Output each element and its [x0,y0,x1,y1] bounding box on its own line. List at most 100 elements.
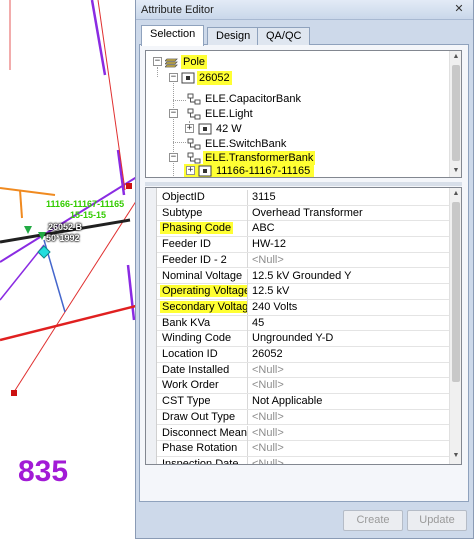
close-icon[interactable]: ✕ [451,2,467,17]
update-button[interactable]: Update [407,510,467,531]
property-value[interactable]: <Null> [252,378,284,393]
tree-node-relationship[interactable]: − ELE.Light [146,107,446,121]
property-value[interactable]: 45 [252,316,264,331]
property-value[interactable]: <Null> [252,410,284,425]
scroll-up-icon[interactable]: ▲ [450,188,461,200]
property-row[interactable]: Work Order <Null> [157,378,449,395]
tree-node-relationship[interactable]: − ELE.TransformerBank [146,151,446,165]
tab-qaqc[interactable]: QA/QC [257,27,311,45]
property-value[interactable]: 3115 [252,190,276,205]
property-name: Inspection Date [157,456,248,465]
property-value[interactable]: <Null> [252,253,284,268]
tree-node-relationship[interactable]: ELE.CapacitorBank [146,92,446,106]
property-row[interactable]: CST Type Not Applicable [157,394,449,410]
property-row[interactable]: Disconnect Means <Null> [157,425,449,442]
property-value[interactable]: <Null> [252,441,284,456]
property-value[interactable]: <Null> [252,457,284,464]
relationship-icon [187,152,201,164]
scroll-up-icon[interactable]: ▲ [450,51,461,63]
property-name: Bank KVa [157,315,248,331]
property-name-label: Secondary Voltage [160,300,247,313]
property-value[interactable]: 26052 [252,347,283,362]
property-row[interactable]: Feeder ID HW-12 [157,237,449,253]
selection-tree[interactable]: − Pole − 26052 ELE.CapacitorBank − ELE.L… [145,50,462,178]
feature-icon [181,72,195,84]
property-row[interactable]: ObjectID 3115 [157,190,449,206]
scroll-down-icon[interactable]: ▼ [450,450,461,462]
property-value[interactable]: <Null> [252,426,284,441]
property-name: Draw Out Type [157,409,248,425]
scroll-down-icon[interactable]: ▼ [450,165,461,177]
title-bar[interactable]: Attribute Editor ✕ [136,0,473,20]
tree-node-feature[interactable]: − 26052 [146,71,446,85]
property-name-label: Phase Rotation [162,442,238,455]
property-row[interactable]: Phasing Code ABC [157,221,449,238]
property-name-label: Inspection Date [162,457,239,465]
tree-node-feature-selected[interactable]: + 11166-11167-11165 [184,164,314,177]
collapse-icon[interactable]: − [169,153,178,162]
collapse-icon[interactable]: − [153,57,162,66]
grid-gutter [146,188,157,464]
panel-splitter[interactable] [145,182,462,186]
property-name-label: Date Installed [162,363,230,376]
property-value[interactable]: Ungrounded Y-D [252,331,333,346]
property-row[interactable]: Phase Rotation <Null> [157,441,449,457]
property-row[interactable]: Nominal Voltage 12.5 kV Grounded Y [157,268,449,285]
property-grid[interactable]: ObjectID 3115 Subtype Overhead Transformer P… [145,187,462,465]
property-row[interactable]: Winding Code Ungrounded Y-D [157,331,449,347]
property-name: Phase Rotation [157,441,248,457]
tree-node-relationship[interactable]: ELE.SwitchBank [146,137,446,151]
tab-design[interactable]: Design [207,27,260,45]
property-value[interactable]: HW-12 [252,237,286,252]
service-line [19,189,23,219]
boundary-line [0,244,45,301]
property-value[interactable]: <Null> [252,363,284,378]
map-view[interactable]: 11166-11167-11165 15-15-15 26052 B 50*19… [0,0,140,539]
button-bar: Create Update [145,510,467,534]
tree-node-label: 11166-11167-11165 [216,165,311,177]
scroll-thumb[interactable] [452,202,460,382]
property-name-label: Phasing Code [160,222,234,235]
property-row[interactable]: Date Installed <Null> [157,362,449,379]
collapse-icon[interactable]: − [169,109,178,118]
property-row[interactable]: Bank KVa 45 [157,315,449,332]
tree-node-label: Pole [181,55,208,69]
property-name-label: Location ID [162,348,218,360]
property-row[interactable]: Feeder ID - 2 <Null> [157,252,449,269]
property-value[interactable]: 240 Volts [252,300,297,315]
property-name: Secondary Voltage [157,299,248,315]
page-number: 835 [18,455,69,488]
property-value[interactable]: 12.5 kV [252,284,289,299]
property-name: Feeder ID [157,237,248,253]
property-name-label: Operating Voltage [160,285,247,298]
tree-scrollbar[interactable]: ▲ ▼ [449,51,461,177]
property-row[interactable]: Draw Out Type <Null> [157,409,449,426]
tab-selection[interactable]: Selection [141,25,205,46]
property-value[interactable]: Overhead Transformer [252,206,363,221]
scroll-thumb[interactable] [452,65,460,161]
expand-icon[interactable]: + [186,166,195,175]
property-name-label: Subtype [162,206,203,219]
property-name-label: Bank KVa [162,316,211,329]
tree-node-feature[interactable]: + 42 W [146,122,446,136]
property-row[interactable]: Inspection Date <Null> [157,456,449,465]
create-button[interactable]: Create [343,510,403,531]
property-row[interactable]: Secondary Voltage 240 Volts [157,299,449,316]
node-marker[interactable] [11,390,17,396]
node-marker[interactable] [126,183,132,189]
property-value[interactable]: 12.5 kV Grounded Y [252,269,351,284]
property-name: Subtype [157,205,248,221]
relationship-icon [187,138,201,150]
property-name: Nominal Voltage [157,268,248,284]
expand-icon[interactable]: + [185,124,194,133]
parcel-line [97,0,126,191]
tree-node-label: 42 W [216,123,242,135]
property-value[interactable]: Not Applicable [252,394,322,409]
property-row[interactable]: Location ID 26052 [157,347,449,363]
property-row[interactable]: Subtype Overhead Transformer [157,205,449,222]
tree-node-pole[interactable]: − Pole [146,55,446,69]
property-row[interactable]: Operating Voltage 12.5 kV [157,284,449,300]
property-value[interactable]: ABC [252,221,275,236]
collapse-icon[interactable]: − [169,73,178,82]
grid-scrollbar[interactable]: ▲ ▼ [449,188,461,464]
